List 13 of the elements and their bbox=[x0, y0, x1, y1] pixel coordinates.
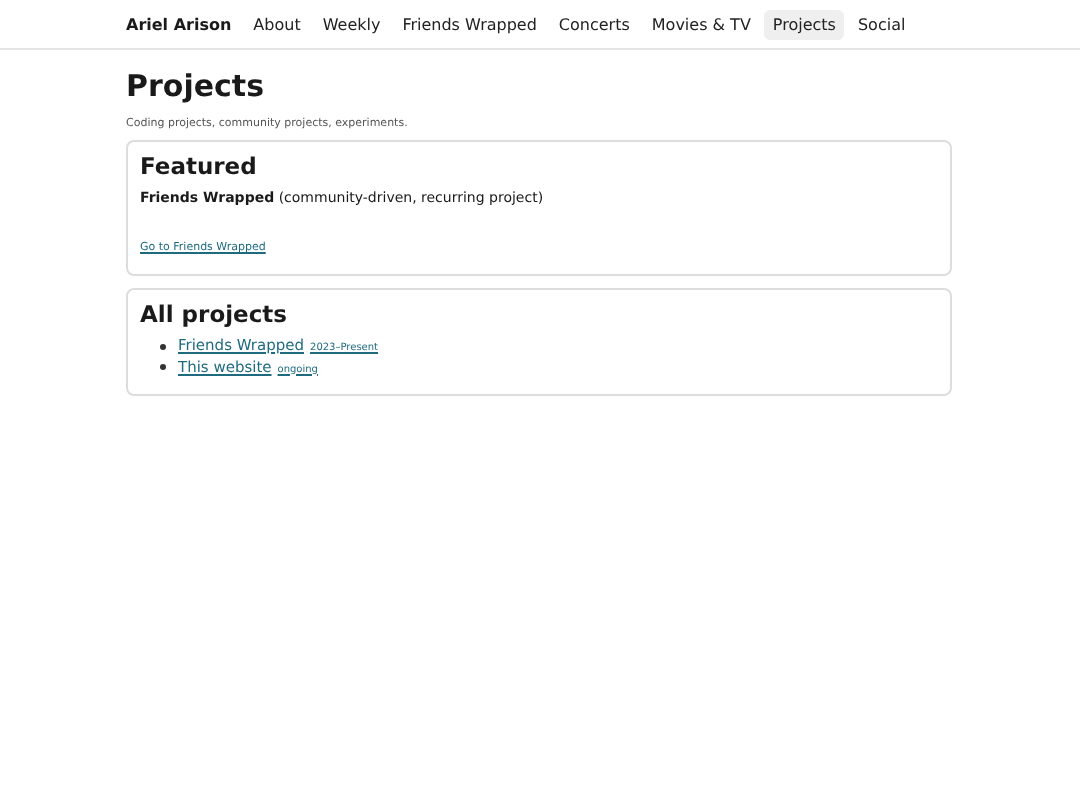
nav-link[interactable]: Friends Wrapped bbox=[394, 9, 545, 39]
section-heading: Featured bbox=[140, 152, 259, 180]
site-brand[interactable]: Ariel Arison bbox=[126, 15, 232, 33]
nav-link[interactable]: Weekly bbox=[314, 9, 389, 39]
nav-link[interactable]: Projects bbox=[764, 9, 844, 39]
nav-link[interactable]: About bbox=[245, 9, 309, 39]
section-heading: All projects bbox=[140, 300, 289, 328]
nav-link[interactable]: Movies & TV bbox=[643, 9, 759, 39]
bullet-icon bbox=[160, 364, 166, 371]
page-title: Projects bbox=[126, 66, 267, 106]
bullet-icon bbox=[160, 343, 166, 350]
nav-link[interactable]: Concerts bbox=[550, 9, 638, 39]
nav-link[interactable]: Social bbox=[849, 9, 914, 39]
